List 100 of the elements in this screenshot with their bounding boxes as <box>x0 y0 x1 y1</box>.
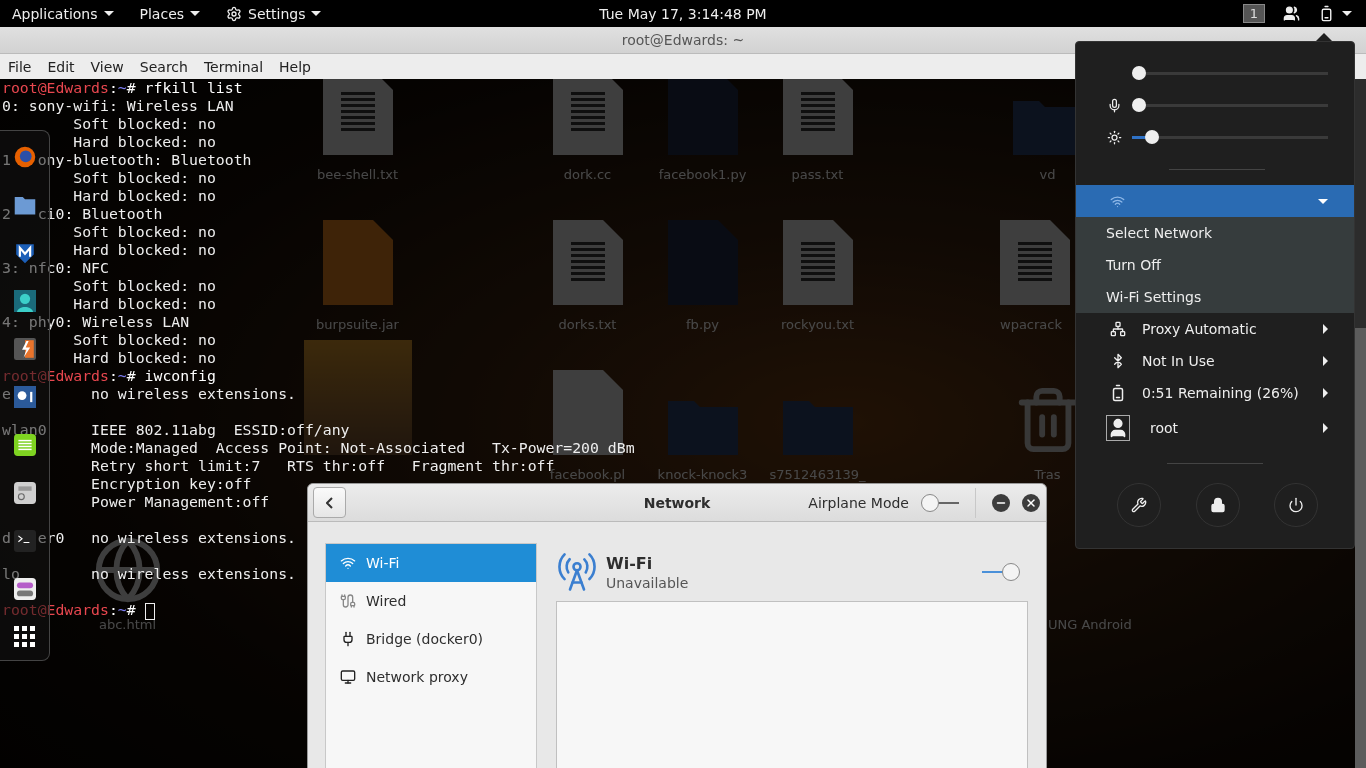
top-menu[interactable]: Settings <box>226 5 322 22</box>
airplane-mode-switch[interactable] <box>921 492 959 513</box>
menu-item[interactable]: Not In Use <box>1142 353 1311 369</box>
menu-item[interactable]: root <box>1142 420 1311 436</box>
notes-icon[interactable] <box>13 434 36 456</box>
terminal-text: 0: sony-wifi: Wireless LAN <box>2 97 234 114</box>
terminal-text: d <box>2 529 11 546</box>
terminal-text: Access Point: Not-Associated <box>215 439 466 456</box>
app-grid-icon[interactable] <box>14 626 35 647</box>
airplane-mode-label: Airplane Mode <box>808 494 909 511</box>
terminal-text: ci0: Bluetooth <box>37 205 163 222</box>
terminal-text: Soft blocked: no <box>73 223 216 240</box>
avatar-icon[interactable] <box>13 290 36 312</box>
terminal-text: ony-bluetooth: Bluetooth <box>37 151 252 168</box>
terminal-text: RTS thr:off <box>287 457 386 474</box>
plug-icon <box>340 631 356 647</box>
terminal-text: 2 <box>2 205 11 222</box>
microphone-icon <box>1106 97 1122 113</box>
close-icon <box>1025 496 1037 509</box>
terminal-text: Soft blocked: no <box>73 277 216 294</box>
caret-icon <box>1318 198 1328 204</box>
terminal-text: 4: phy0: Wireless LAN <box>2 313 190 330</box>
slider[interactable] <box>1132 130 1328 144</box>
submenu-item[interactable]: Wi-Fi Settings <box>1076 281 1354 313</box>
menu-item[interactable]: Edit <box>47 58 75 75</box>
slider[interactable] <box>1132 66 1328 80</box>
terminal-text: no wireless extensions. <box>91 529 297 546</box>
prompt-line: root@Edwards:~# <box>2 601 136 618</box>
chevron-left-icon <box>326 496 333 509</box>
terminal-text: Soft blocked: no <box>73 169 216 186</box>
submenu-item[interactable]: Select Network <box>1076 217 1354 249</box>
lock-icon <box>1209 497 1226 513</box>
wifi-icon <box>1110 193 1125 209</box>
prompt-line: root@Edwards:~# iwconfig <box>2 367 216 384</box>
terminal-text: Hard blocked: no <box>73 187 216 204</box>
terminal-text: Retry short limit:7 <box>91 457 261 474</box>
caret-icon <box>1323 324 1328 334</box>
app-icon[interactable] <box>13 386 36 408</box>
settings-icon <box>226 5 243 22</box>
sidebar-item[interactable]: Wired <box>326 582 536 620</box>
avatar-icon <box>1106 415 1130 441</box>
caret-icon <box>1323 388 1328 398</box>
device-name: Wi-Fi <box>606 553 654 573</box>
terminal-text: Soft blocked: no <box>73 115 216 132</box>
menu-item[interactable]: Terminal <box>203 58 264 75</box>
sidebar-item[interactable]: Wi-Fi <box>326 544 536 582</box>
brightness-icon <box>1106 129 1122 145</box>
terminal-text: Power Management:off <box>91 493 270 510</box>
menu-item[interactable]: Search <box>139 58 188 75</box>
settings-button[interactable] <box>1117 483 1161 527</box>
wifi-switch[interactable] <box>982 562 1020 582</box>
monitor-icon <box>340 669 356 685</box>
browser-icon[interactable] <box>13 146 36 168</box>
caret-icon <box>1323 356 1328 366</box>
toggles-icon[interactable] <box>13 578 36 600</box>
wifi-icon <box>340 555 356 571</box>
shield-icon[interactable] <box>13 242 36 264</box>
network-icon <box>1110 321 1126 337</box>
antenna-icon <box>556 551 598 593</box>
plug-icon <box>340 593 356 609</box>
top-menu[interactable]: Applications <box>12 5 114 22</box>
prompt-line: root@Edwards:~# rfkill list <box>2 79 243 96</box>
terminal-text: lo <box>2 565 20 582</box>
scrollbar[interactable] <box>1355 79 1366 768</box>
sidebar-item[interactable]: Bridge (docker0) <box>326 620 536 658</box>
terminal-text: ESSID:off/any <box>233 421 350 438</box>
device-icon[interactable] <box>13 482 36 504</box>
submenu-item[interactable]: Turn Off <box>1076 249 1354 281</box>
users-icon[interactable] <box>1283 5 1300 22</box>
device-status: Unavailable <box>606 574 690 591</box>
terminal-text: Soft blocked: no <box>73 331 216 348</box>
bolt-icon[interactable] <box>13 338 36 360</box>
power-icon <box>1288 497 1304 513</box>
top-menu[interactable]: Places <box>139 5 201 22</box>
power-button[interactable] <box>1274 483 1318 527</box>
minimize-button[interactable] <box>992 493 1010 512</box>
terminal-icon[interactable] <box>13 530 36 552</box>
clock[interactable]: Tue May 17, 3:14:48 PM <box>599 5 767 22</box>
back-button[interactable] <box>313 487 346 518</box>
terminal-text: Hard blocked: no <box>73 241 216 258</box>
terminal-text: Hard blocked: no <box>73 349 216 366</box>
terminal-text: Tx-Power=200 dBm <box>492 439 635 456</box>
menu-item[interactable]: Help <box>279 58 311 75</box>
terminal-text: no wireless extensions. <box>91 565 296 582</box>
settings-icon <box>1131 497 1147 513</box>
window-title: Network <box>643 494 711 511</box>
slider[interactable] <box>1132 98 1328 112</box>
sidebar-item[interactable]: Network proxy <box>326 658 536 696</box>
menu-item[interactable]: View <box>90 58 124 75</box>
terminal-text: no wireless extensions. <box>91 385 296 402</box>
menu-item[interactable]: 0:51 Remaining (26%) <box>1142 385 1311 401</box>
menu-item[interactable]: File <box>8 58 32 75</box>
close-button[interactable] <box>1022 493 1040 512</box>
terminal-text: Mode:Managed <box>91 439 198 456</box>
terminal-text: IEEE 802.11abg <box>91 421 216 438</box>
workspace-indicator[interactable]: 1 <box>1242 4 1265 23</box>
lock-button[interactable] <box>1195 483 1240 527</box>
terminal-text: e <box>2 385 11 402</box>
terminal-text: 3: nfc0: NFC <box>2 259 109 276</box>
menu-item[interactable]: Proxy Automatic <box>1142 321 1311 337</box>
